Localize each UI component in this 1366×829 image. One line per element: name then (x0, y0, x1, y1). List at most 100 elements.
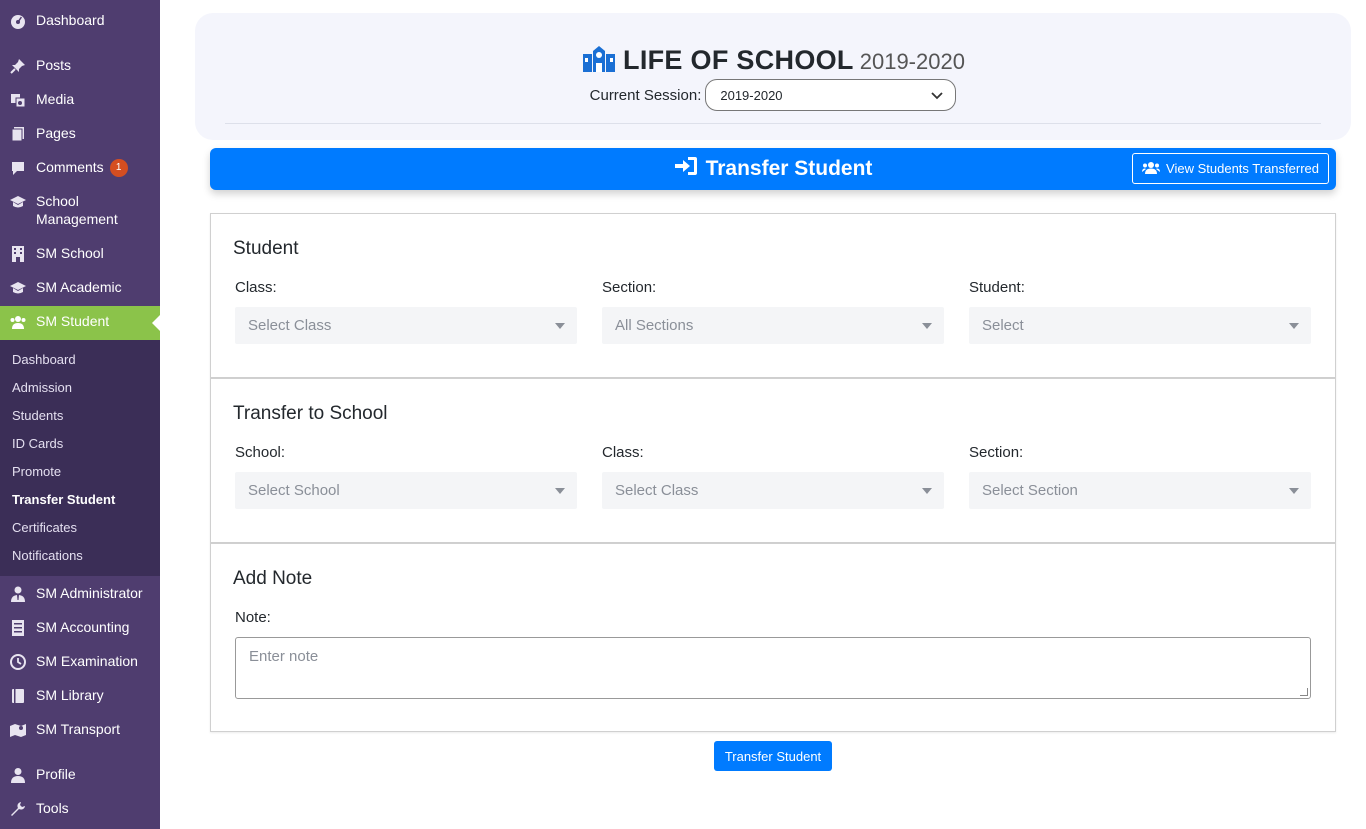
sidebar-item-label: Dashboard (36, 12, 105, 28)
map-icon (8, 720, 28, 740)
sidebar-item-dashboard[interactable]: Dashboard (0, 5, 160, 39)
sidebar-item-sm-transport[interactable]: SM Transport (0, 714, 160, 748)
sidebar-item-label: Tools (36, 800, 69, 816)
sidebar-item-sm-student[interactable]: SM Student (0, 306, 160, 340)
submenu-item-admission[interactable]: Admission (0, 374, 160, 402)
caret-down-icon (922, 322, 932, 329)
admin-sidebar: Dashboard Posts Media Pages Comments 1 Sc… (0, 0, 160, 829)
user-icon (8, 765, 28, 785)
view-students-transferred-button[interactable]: View Students Transferred (1132, 153, 1329, 184)
building-icon (8, 244, 28, 264)
school-name: LIFE OF SCHOOL (623, 45, 854, 75)
media-icon (8, 90, 28, 110)
main-content: LIFE OF SCHOOL 2019-2020 Current Session… (160, 0, 1366, 829)
caret-down-icon (555, 487, 565, 494)
dashboard-icon (8, 11, 28, 31)
note-textarea[interactable]: Enter note (235, 637, 1311, 699)
sidebar-item-comments[interactable]: Comments 1 (0, 152, 160, 186)
sidebar-item-sm-administrator[interactable]: SM Administrator (0, 578, 160, 612)
student-select-field: Student: Select (969, 279, 1311, 344)
caret-down-icon (922, 487, 932, 494)
submenu-item-dashboard[interactable]: Dashboard (0, 346, 160, 374)
add-note-panel: Add Note Note: Enter note (210, 543, 1336, 732)
current-session-value: 2019-2020 (720, 87, 783, 103)
student-label: Student: (969, 279, 1025, 296)
sidebar-item-sm-accounting[interactable]: SM Accounting (0, 612, 160, 646)
student-panel-heading: Student (233, 238, 299, 259)
select-placeholder: Select Class (615, 482, 699, 499)
school-building-icon (581, 44, 617, 72)
target-class-label: Class: (602, 444, 644, 461)
sidebar-item-label: Pages (36, 125, 76, 141)
header-divider (225, 123, 1321, 124)
transfer-student-bar: Transfer Student View Students Transferr… (210, 148, 1336, 190)
sidebar-item-media[interactable]: Media (0, 84, 160, 118)
sidebar-item-label: SM Examination (36, 653, 138, 669)
target-class-field: Class: Select Class (602, 444, 944, 509)
sidebar-item-label: Media (36, 91, 75, 107)
select-placeholder: Select (982, 317, 1024, 334)
sidebar-item-label: SM School (36, 245, 104, 261)
sm-student-submenu: Dashboard Admission Students ID Cards Pr… (0, 340, 160, 576)
view-students-transferred-label: View Students Transferred (1166, 161, 1319, 176)
target-school-select[interactable]: Select School (235, 472, 577, 509)
select-placeholder: Select School (248, 482, 340, 499)
submenu-item-id-cards[interactable]: ID Cards (0, 430, 160, 458)
sidebar-item-pages[interactable]: Pages (0, 118, 160, 152)
caret-down-icon (555, 322, 565, 329)
submenu-item-certificates[interactable]: Certificates (0, 514, 160, 542)
note-label: Note: (235, 609, 271, 626)
sidebar-item-sm-school[interactable]: SM School (0, 238, 160, 272)
school-title: LIFE OF SCHOOL 2019-2020 (195, 41, 1351, 76)
caret-down-icon (1289, 322, 1299, 329)
sidebar-item-label: SM Accounting (36, 619, 130, 635)
school-session-year: 2019-2020 (859, 49, 965, 74)
transfer-to-school-panel: Transfer to School School: Select School… (210, 378, 1336, 543)
users-icon (1142, 161, 1161, 177)
pin-icon (8, 56, 28, 76)
student-section-field: Section: All Sections (602, 279, 944, 344)
book-icon (8, 686, 28, 706)
student-class-select[interactable]: Select Class (235, 307, 577, 344)
student-section-select[interactable]: All Sections (602, 307, 944, 344)
sidebar-item-label: SM Administrator (36, 585, 143, 601)
resize-handle-icon[interactable] (1300, 688, 1308, 696)
sidebar-item-posts[interactable]: Posts (0, 50, 160, 84)
student-class-label: Class: (235, 279, 277, 296)
current-session-label: Current Session: (589, 86, 702, 104)
note-placeholder: Enter note (249, 648, 319, 665)
sidebar-item-label: Profile (36, 766, 76, 782)
users-icon (8, 312, 28, 332)
submenu-item-students[interactable]: Students (0, 402, 160, 430)
submenu-item-notifications[interactable]: Notifications (0, 542, 160, 570)
transfer-to-school-heading: Transfer to School (233, 403, 388, 424)
transfer-student-submit-button[interactable]: Transfer Student (714, 741, 832, 771)
sidebar-item-profile[interactable]: Profile (0, 759, 160, 793)
target-class-select[interactable]: Select Class (602, 472, 944, 509)
chevron-down-icon (931, 88, 943, 103)
select-placeholder: Select Section (982, 482, 1078, 499)
target-section-field: Section: Select Section (969, 444, 1311, 509)
graduation-cap-icon (8, 192, 28, 212)
current-session-select[interactable]: 2019-2020 (705, 79, 957, 111)
sidebar-item-tools[interactable]: Tools (0, 793, 160, 827)
sidebar-item-school-management[interactable]: School Management (0, 186, 160, 238)
submenu-item-promote[interactable]: Promote (0, 458, 160, 486)
student-section-label: Section: (602, 279, 657, 296)
sidebar-item-label: SM Academic (36, 279, 122, 295)
comment-icon (8, 158, 28, 178)
student-select[interactable]: Select (969, 307, 1311, 344)
add-note-heading: Add Note (233, 568, 313, 589)
submenu-item-transfer-student[interactable]: Transfer Student (0, 486, 160, 514)
sign-in-icon (674, 156, 698, 182)
user-tie-icon (8, 584, 28, 604)
transfer-student-heading: Transfer Student (705, 157, 873, 180)
sidebar-item-sm-library[interactable]: SM Library (0, 680, 160, 714)
sidebar-item-label: SM Transport (36, 721, 121, 737)
sidebar-item-sm-examination[interactable]: SM Examination (0, 646, 160, 680)
target-section-select[interactable]: Select Section (969, 472, 1311, 509)
sidebar-item-label: Comments (36, 159, 104, 175)
wrench-icon (8, 799, 28, 819)
caret-down-icon (1289, 487, 1299, 494)
sidebar-item-sm-academic[interactable]: SM Academic (0, 272, 160, 306)
